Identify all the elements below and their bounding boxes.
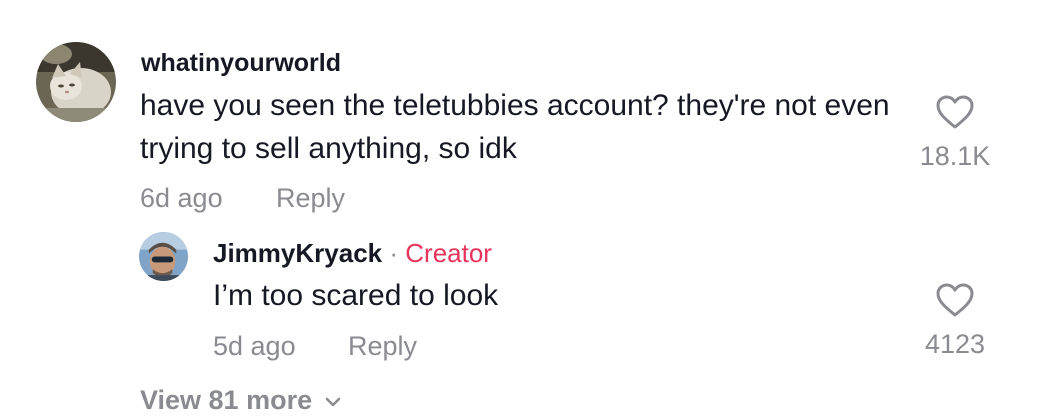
chevron-down-icon: [324, 396, 342, 408]
heart-outline-icon[interactable]: [935, 282, 975, 318]
reply-username[interactable]: JimmyKryack: [213, 238, 382, 268]
reply-timestamp: 5d ago: [213, 331, 296, 361]
reply-text: I’m too scared to look: [213, 279, 499, 312]
commenter-username[interactable]: whatinyourworld: [141, 48, 341, 78]
reply-header: JimmyKryack · Creator: [213, 238, 492, 268]
cat-avatar-image: [36, 42, 116, 122]
reply-button[interactable]: Reply: [276, 182, 345, 214]
comment-timestamp: 6d ago: [140, 183, 223, 213]
heart-outline-icon[interactable]: [935, 94, 975, 130]
comment-text: have you seen the teletubbies account? t…: [140, 89, 890, 165]
commenter-avatar[interactable]: [36, 42, 116, 122]
like-count: 4123: [924, 329, 986, 359]
separator-dot: ·: [389, 238, 399, 268]
reply-avatar[interactable]: [139, 232, 188, 281]
like-count: 18.1K: [919, 141, 991, 171]
view-more-replies-button[interactable]: View 81 more: [140, 384, 342, 416]
view-more-label: View 81 more: [140, 385, 313, 415]
creator-badge: Creator: [405, 238, 492, 268]
person-sunglasses-avatar-image: [139, 232, 188, 281]
reply-button[interactable]: Reply: [348, 330, 417, 362]
